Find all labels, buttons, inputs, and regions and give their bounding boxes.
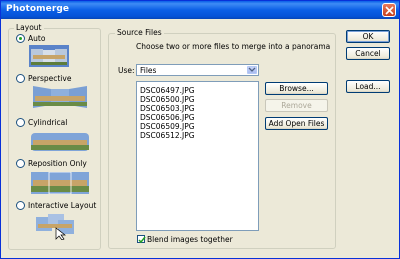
radio-button[interactable] bbox=[16, 74, 25, 83]
file-item[interactable]: DSC06497.JPG bbox=[140, 86, 195, 95]
radio-auto-label: Auto bbox=[28, 34, 46, 43]
radio-perspective[interactable]: Perspective bbox=[16, 74, 71, 83]
cylindrical-thumbnail bbox=[31, 133, 89, 151]
radio-reposition-label: Reposition Only bbox=[28, 159, 87, 168]
source-files-legend: Source Files bbox=[115, 28, 164, 37]
blend-label: Blend images together bbox=[147, 235, 233, 244]
file-item[interactable]: DSC06512.JPG bbox=[140, 131, 195, 140]
radio-interactive-label: Interactive Layout bbox=[28, 201, 97, 210]
use-label: Use: bbox=[118, 66, 135, 75]
file-item[interactable]: DSC06500.JPG bbox=[140, 95, 195, 104]
radio-auto[interactable]: Auto bbox=[16, 34, 45, 43]
radio-button[interactable] bbox=[16, 118, 25, 127]
radio-reposition-only[interactable]: Reposition Only bbox=[16, 159, 87, 168]
photomerge-dialog: Photomerge Layout Auto Perspective Cylin… bbox=[0, 0, 400, 259]
radio-cylindrical-label: Cylindrical bbox=[28, 118, 68, 127]
radio-button[interactable] bbox=[16, 34, 25, 43]
use-select[interactable]: Files bbox=[136, 64, 259, 76]
file-list[interactable]: DSC06497.JPG DSC06500.JPG DSC06503.JPG D… bbox=[136, 81, 259, 231]
load-button[interactable]: Load... bbox=[346, 80, 390, 93]
instructions-text: Choose two or more files to merge into a… bbox=[136, 42, 331, 51]
title-bar[interactable]: Photomerge bbox=[1, 1, 399, 19]
check-icon bbox=[138, 236, 146, 244]
radio-interactive-layout[interactable]: Interactive Layout bbox=[16, 201, 96, 210]
close-icon bbox=[385, 6, 394, 15]
auto-thumbnail bbox=[29, 45, 69, 67]
file-item[interactable]: DSC06509.JPG bbox=[140, 122, 195, 131]
chevron-down-icon[interactable] bbox=[247, 66, 257, 74]
radio-button[interactable] bbox=[16, 159, 25, 168]
radio-button[interactable] bbox=[16, 201, 25, 210]
remove-button[interactable]: Remove bbox=[265, 99, 328, 112]
cancel-button[interactable]: Cancel bbox=[346, 47, 390, 60]
window-title: Photomerge bbox=[6, 4, 70, 14]
reposition-thumbnail bbox=[31, 172, 89, 194]
radio-perspective-label: Perspective bbox=[28, 74, 72, 83]
blend-checkbox[interactable] bbox=[137, 235, 146, 244]
file-item[interactable]: DSC06506.JPG bbox=[140, 113, 195, 122]
add-open-files-button[interactable]: Add Open Files bbox=[265, 117, 328, 130]
interactive-layout-thumbnail bbox=[36, 214, 74, 240]
radio-cylindrical[interactable]: Cylindrical bbox=[16, 118, 67, 127]
perspective-thumbnail bbox=[31, 86, 89, 108]
file-item[interactable]: DSC06503.JPG bbox=[140, 104, 195, 113]
ok-button[interactable]: OK bbox=[346, 30, 390, 43]
close-button[interactable] bbox=[382, 3, 396, 17]
browse-button[interactable]: Browse... bbox=[265, 82, 328, 95]
use-select-value: Files bbox=[140, 66, 157, 75]
layout-legend: Layout bbox=[14, 23, 44, 32]
